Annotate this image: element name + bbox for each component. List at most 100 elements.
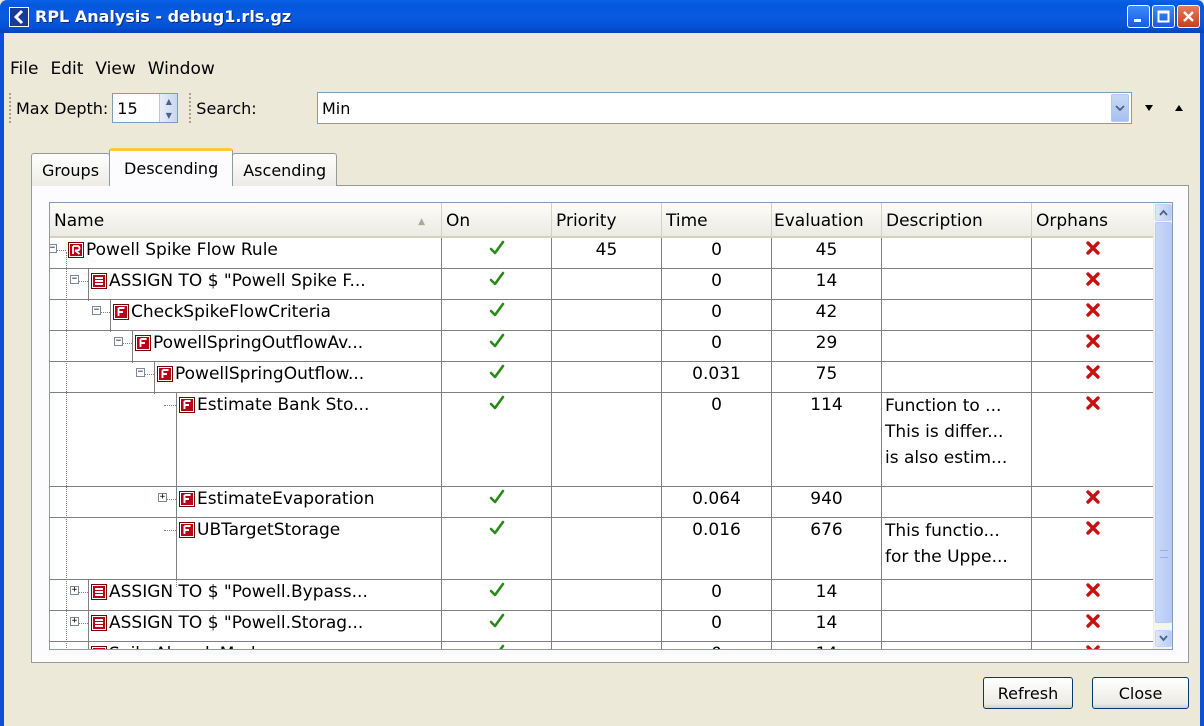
scroll-up-button[interactable] (1155, 204, 1172, 221)
toolbar-grip-2[interactable] (188, 92, 193, 124)
evaluation-cell: 45 (772, 238, 882, 268)
table-row[interactable]: Estimate Bank Sto... 0 114 Function to ... T… (50, 393, 1154, 487)
column-header-name[interactable]: Name ▲ (50, 203, 442, 238)
refresh-button[interactable]: Refresh (983, 677, 1073, 709)
max-depth-spinner[interactable]: ▲ ▼ (112, 93, 179, 123)
description-cell (882, 362, 1032, 392)
menu-edit[interactable]: Edit (44, 59, 89, 79)
description-line: for the Uppe... (885, 547, 1008, 567)
collapse-icon[interactable]: − (50, 244, 57, 253)
node-name: UBTargetStorage (197, 520, 341, 540)
checkmark-icon (489, 271, 504, 286)
menu-view[interactable]: View (89, 59, 141, 79)
on-cell[interactable] (442, 300, 552, 330)
tab-ascending[interactable]: Ascending (232, 153, 338, 186)
table-row[interactable]: + EstimateEvaporation 0.064 940 (50, 487, 1154, 518)
table-row[interactable]: − PowellSpringOutflowAv... 0 29 (50, 331, 1154, 362)
assignment-icon (91, 615, 107, 631)
expand-icon[interactable]: + (158, 493, 167, 502)
description-line: This functio... (885, 521, 1000, 541)
priority-cell (552, 642, 662, 649)
close-window-button[interactable] (1177, 5, 1200, 28)
function-icon (135, 335, 151, 351)
close-button[interactable]: Close (1092, 677, 1189, 709)
assignment-icon (91, 273, 107, 289)
search-previous-button[interactable] (1169, 98, 1189, 118)
on-cell[interactable] (442, 518, 552, 579)
column-header-priority[interactable]: Priority (552, 203, 662, 238)
menu-window[interactable]: Window (142, 59, 221, 79)
time-cell: 0 (662, 269, 772, 299)
table-row[interactable]: − ASSIGN TO $ "Powell Spike F... 0 14 (50, 269, 1154, 300)
table-row[interactable]: SpikeAlreadyMade 014 (50, 642, 1154, 649)
time-cell: 0 (662, 393, 772, 486)
priority-cell (552, 300, 662, 330)
minimize-button[interactable] (1127, 5, 1150, 28)
max-depth-input[interactable] (113, 94, 160, 122)
expand-icon[interactable]: + (70, 617, 79, 626)
evaluation-cell: 14 (772, 611, 882, 641)
on-cell[interactable] (442, 393, 552, 486)
function-icon (179, 397, 195, 413)
tree-guide-line (110, 314, 111, 332)
table-row[interactable]: − Powell Spike Flow Rule 45 0 45 (50, 238, 1154, 269)
checkmark-icon (489, 302, 504, 317)
on-cell[interactable] (442, 580, 552, 610)
title-bar[interactable]: RPL Analysis - debug1.rls.gz (0, 0, 1204, 33)
column-header-evaluation[interactable]: Evaluation (772, 203, 882, 238)
maximize-button[interactable] (1152, 5, 1175, 28)
table-row[interactable]: − CheckSpikeFlowCriteria 0 42 (50, 300, 1154, 331)
on-cell[interactable] (442, 331, 552, 361)
table-row[interactable]: UBTargetStorage 0.016 676 This functio... fo… (50, 518, 1154, 580)
node-name: PowellSpringOutflow... (175, 364, 365, 384)
spinner-up-icon[interactable]: ▲ (160, 94, 177, 108)
description-cell (882, 642, 1032, 649)
column-header-time[interactable]: Time (662, 203, 772, 238)
table-row[interactable]: + ASSIGN TO $ "Powell.Bypass... 0 14 (50, 580, 1154, 611)
scroll-thumb[interactable] (1155, 222, 1172, 623)
column-header-orphans[interactable]: Orphans (1032, 203, 1154, 238)
vertical-scrollbar[interactable] (1153, 203, 1172, 649)
search-next-button[interactable] (1139, 98, 1159, 118)
on-cell[interactable] (442, 642, 552, 649)
search-combo[interactable] (317, 92, 1132, 124)
on-cell[interactable] (442, 487, 552, 517)
on-cell[interactable] (442, 362, 552, 392)
x-mark-icon (1085, 272, 1100, 286)
search-input[interactable] (318, 94, 1111, 122)
tab-groups[interactable]: Groups (31, 153, 111, 186)
tab-descending[interactable]: Descending (109, 148, 234, 186)
orphans-cell (1032, 487, 1154, 517)
on-cell[interactable] (442, 611, 552, 641)
description-cell (882, 269, 1032, 299)
tree-guide-line (176, 407, 177, 587)
table-row[interactable]: − PowellSpringOutflow... 0.031 75 (50, 362, 1154, 393)
menu-file[interactable]: File (4, 59, 44, 79)
toolbar-grip[interactable] (8, 92, 12, 124)
on-cell[interactable] (442, 269, 552, 299)
column-header-on[interactable]: On (442, 203, 552, 238)
x-mark-icon (1085, 303, 1100, 317)
table-row[interactable]: + ASSIGN TO $ "Powell.Storag... 0 14 (50, 611, 1154, 642)
column-header-description[interactable]: Description (882, 203, 1032, 238)
on-cell[interactable] (442, 238, 552, 268)
spinner-down-icon[interactable]: ▼ (160, 108, 177, 122)
node-name: ASSIGN TO $ "Powell.Bypass... (109, 582, 368, 602)
scroll-down-button[interactable] (1155, 630, 1172, 647)
time-cell: 0.016 (662, 518, 772, 579)
node-name: PowellSpringOutflowAv... (153, 333, 364, 353)
time-cell: 0 (662, 238, 772, 268)
table-body: − Powell Spike Flow Rule 45 0 45− ASSIGN TO $… (50, 238, 1154, 649)
node-name: Estimate Bank Sto... (197, 395, 370, 415)
collapse-icon[interactable]: − (114, 337, 123, 346)
x-mark-icon (1085, 365, 1100, 379)
name-cell: Estimate Bank Sto... (50, 393, 442, 486)
collapse-icon[interactable]: − (136, 368, 145, 377)
collapse-icon[interactable]: − (70, 275, 79, 284)
rule-tree-table[interactable]: Name ▲ On Priority Time Evaluation Descr… (49, 202, 1173, 650)
x-mark-icon (1085, 614, 1100, 628)
time-cell: 0.031 (662, 362, 772, 392)
expand-icon[interactable]: + (70, 586, 79, 595)
search-dropdown-button[interactable] (1111, 94, 1129, 122)
collapse-icon[interactable]: − (92, 306, 101, 315)
